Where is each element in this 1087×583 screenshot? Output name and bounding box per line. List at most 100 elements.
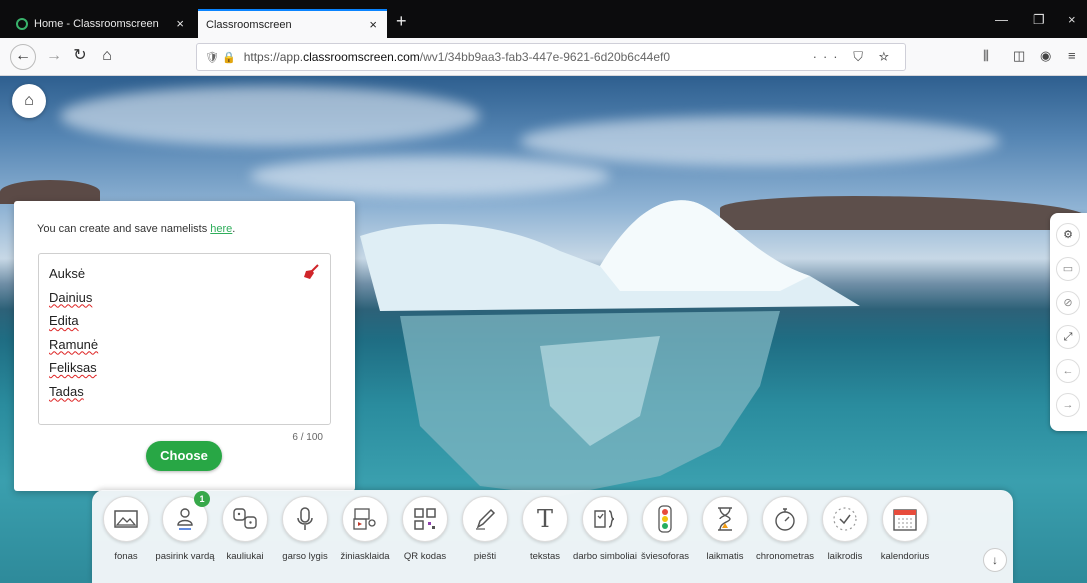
hourglass-icon [702, 496, 748, 542]
name-item: Edita [49, 313, 79, 328]
selection-count-badge: 1 [194, 491, 210, 507]
widget-piesti[interactable]: piešti [453, 496, 517, 562]
widget-garso-lygis[interactable]: garso lygis [273, 496, 337, 562]
name-item: Dainius [49, 289, 93, 305]
library-icon[interactable]: ⫼ [983, 48, 989, 64]
info-end: . [232, 223, 236, 235]
home-icon[interactable]: ⌂ [12, 84, 46, 118]
tab-label: Home - Classroomscreen [34, 17, 159, 30]
tab-label: Classroomscreen [206, 18, 292, 31]
classroomscreen-favicon-icon [16, 17, 28, 30]
settings-icon[interactable]: ⚙ [1056, 223, 1080, 247]
qr-code-icon [402, 496, 448, 542]
widget-label: garso lygis [282, 551, 328, 562]
account-icon[interactable]: ◉ [1040, 48, 1051, 64]
sidebar-icon[interactable]: ◫ [1013, 48, 1025, 64]
widget-ziniasklaida[interactable]: žiniasklaida [333, 496, 397, 562]
cloud [60, 86, 480, 146]
browser-tab-bar: Home - Classroomscreen × Classroomscreen… [0, 0, 1087, 38]
widget-label: laikrodis [827, 551, 863, 562]
widget-chronometras[interactable]: chronometras [753, 496, 817, 562]
fullscreen-icon[interactable]: ⤢ [1056, 325, 1080, 349]
url-prefix: https://app. [243, 50, 304, 64]
image-icon [103, 496, 149, 542]
widget-fonas[interactable]: fonas [94, 496, 158, 562]
save-icon[interactable]: ▭ [1056, 257, 1080, 281]
widget-kalendorius[interactable]: kalendorius [873, 496, 937, 562]
namelist-info: You can create and save namelists here. [37, 223, 235, 235]
work-symbols-icon [582, 496, 628, 542]
widget-label: šviesoforas [640, 551, 690, 562]
widget-darbo-simboliai[interactable]: darbo simboliai [573, 496, 637, 562]
iceberg-underwater [400, 311, 780, 496]
info-text: You can create and save namelists [37, 223, 211, 235]
lock-icon: 🛡 🔒 [205, 51, 236, 64]
widget-kauliukai[interactable]: kauliukai [213, 496, 277, 562]
name-item: Tadas [49, 383, 84, 399]
iceberg-top [360, 200, 860, 311]
close-window-button[interactable]: × [1068, 12, 1076, 27]
clock-icon [822, 496, 868, 542]
tab-home-classroomscreen[interactable]: Home - Classroomscreen × [8, 9, 194, 38]
arrow-down-icon[interactable]: ↓ [983, 548, 1007, 572]
widget-label: darbo simboliai [573, 551, 637, 562]
media-icon [342, 496, 388, 542]
hide-icon[interactable]: ⊘ [1056, 291, 1080, 315]
url-bar[interactable]: 🛡 🔒 https://app. classroomscreen.com/wv1/… [196, 43, 906, 71]
traffic-light-icon [642, 496, 688, 542]
pencil-icon [462, 496, 508, 542]
menu-icon[interactable]: ≡ [1068, 48, 1076, 63]
reload-button[interactable]: ↻ [68, 44, 92, 68]
name-item: Feliksas [49, 360, 97, 375]
restore-button[interactable]: ❐ [1033, 12, 1045, 28]
redo-icon[interactable]: → [1056, 393, 1080, 417]
classroomscreen-canvas: ⌂ You can create and save namelists here… [0, 76, 1087, 583]
url-path: /wv1/34bb9aa3-fab3-447e-9621-6d20b6c44ef… [419, 50, 670, 64]
tab-classroomscreen[interactable]: Classroomscreen × [198, 9, 387, 38]
widget-label: chronometras [755, 551, 815, 562]
cloud [520, 116, 1000, 166]
widget-laikrodis[interactable]: laikrodis [813, 496, 877, 562]
namelist-textarea[interactable]: Auksė Dainius Edita Ramunė Feliksas Tada… [38, 253, 331, 425]
widget-label: kalendorius [880, 551, 930, 562]
new-tab-button[interactable]: + [396, 9, 407, 33]
home-button[interactable]: ⌂ [95, 44, 119, 68]
browser-nav-bar: ← → ↻ ⌂ 🛡 🔒 https://app. classroomscreen.… [0, 38, 1087, 76]
widget-tekstas[interactable]: T tekstas [513, 496, 577, 562]
broom-icon[interactable] [302, 264, 320, 280]
cloud [250, 156, 610, 196]
minimize-button[interactable]: — [995, 12, 1008, 27]
url-domain: classroomscreen.com [303, 50, 420, 64]
tab-close-icon[interactable]: × [174, 16, 186, 31]
widget-label: žiniasklaida [340, 551, 390, 562]
widget-dock: fonas 1 pasirink vardą kauliukai garso l… [92, 490, 1013, 583]
widget-pasirink-varda[interactable]: 1 pasirink vardą [153, 491, 217, 562]
forward-button[interactable]: → [42, 44, 66, 68]
choose-button[interactable]: Choose [146, 441, 222, 471]
back-button[interactable]: ← [10, 44, 36, 70]
widget-laikmatis[interactable]: laikmatis [693, 496, 757, 562]
random-name-icon: 1 [162, 491, 210, 542]
widget-label: QR kodas [403, 551, 447, 562]
tab-close-icon[interactable]: × [367, 17, 379, 32]
name-item: Auksė [49, 266, 86, 281]
undo-icon[interactable]: ← [1056, 359, 1080, 383]
widget-label: laikmatis [706, 551, 744, 562]
calendar-icon [882, 496, 928, 542]
namelist-link[interactable]: here [210, 223, 232, 235]
text-icon: T [522, 496, 568, 542]
widget-label: kauliukai [226, 551, 264, 562]
widget-sviesoforas[interactable]: šviesoforas [633, 496, 697, 562]
right-toolbar: ⚙ ▭ ⊘ ⤢ ← → [1050, 213, 1087, 431]
widget-label: tekstas [529, 551, 561, 562]
widget-label: piešti [473, 551, 497, 562]
widget-label: fonas [114, 551, 138, 562]
widget-qr-kodas[interactable]: QR kodas [393, 496, 457, 562]
name-item: Ramunė [49, 336, 99, 352]
page-actions[interactable]: ··· ⛉ ☆ [813, 49, 895, 65]
microphone-icon [282, 496, 328, 542]
name-counter: 6 / 100 [292, 432, 323, 443]
widget-label: pasirink vardą [155, 551, 215, 562]
dice-icon [222, 496, 268, 542]
stopwatch-icon [762, 496, 808, 542]
